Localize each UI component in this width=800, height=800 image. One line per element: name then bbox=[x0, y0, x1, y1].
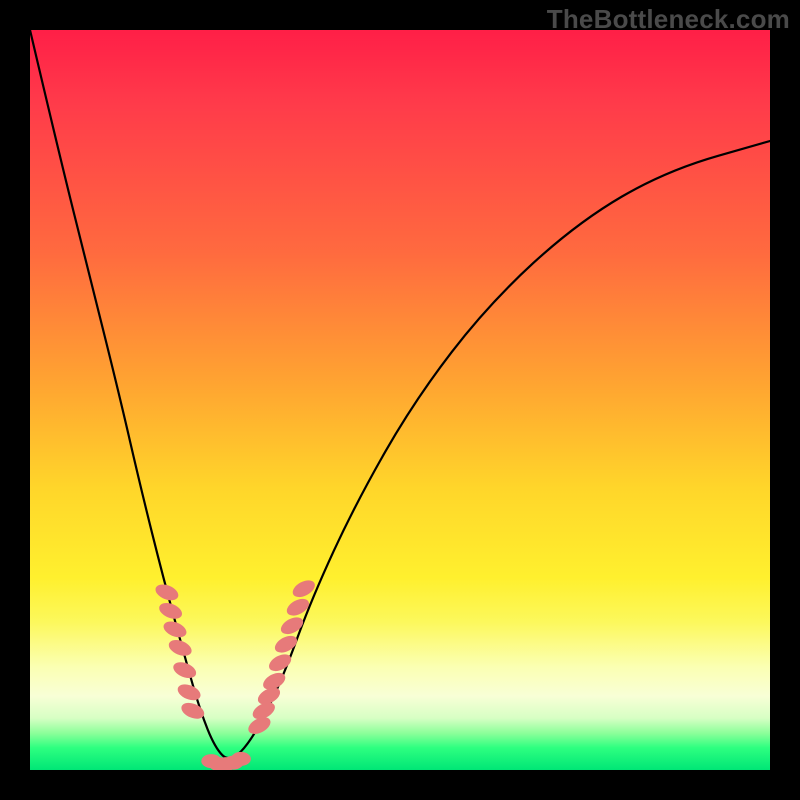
chart-frame: TheBottleneck.com bbox=[0, 0, 800, 800]
watermark-text: TheBottleneck.com bbox=[547, 4, 790, 35]
plot-area bbox=[30, 30, 770, 770]
data-marker bbox=[171, 659, 198, 681]
data-marker bbox=[153, 581, 180, 603]
data-marker bbox=[284, 595, 312, 619]
marker-group bbox=[153, 577, 318, 770]
data-marker bbox=[231, 752, 251, 766]
curve-layer bbox=[30, 30, 770, 770]
data-marker bbox=[278, 614, 306, 638]
data-marker bbox=[272, 632, 300, 656]
bottleneck-curve bbox=[30, 30, 770, 758]
data-marker bbox=[266, 651, 294, 675]
data-marker bbox=[175, 681, 202, 703]
